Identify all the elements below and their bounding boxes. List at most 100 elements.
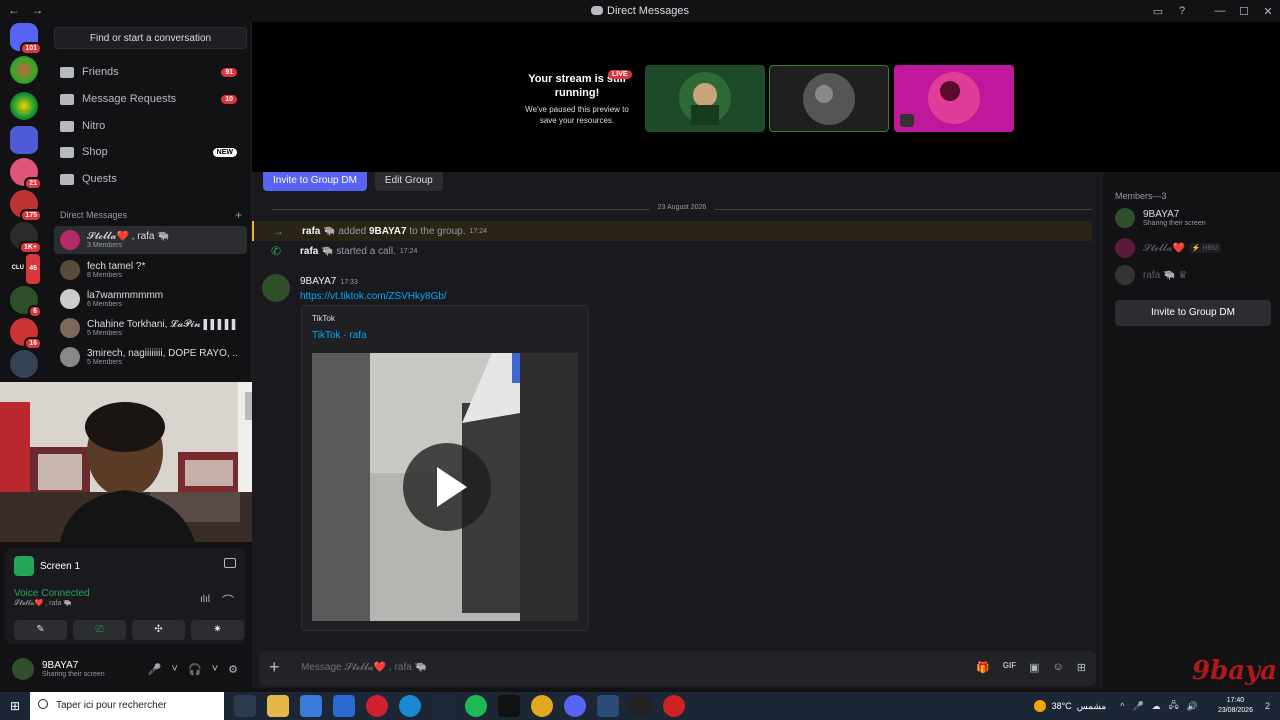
app-icon[interactable] xyxy=(498,695,520,717)
server-icon[interactable]: 6 xyxy=(10,286,42,318)
gift-icon[interactable]: 🎁 xyxy=(976,661,990,674)
store-icon[interactable] xyxy=(300,695,322,717)
dm-members: 5 Members xyxy=(87,359,123,366)
server-icon[interactable] xyxy=(10,56,38,84)
taskbar-search[interactable]: Taper ici pour rechercher xyxy=(30,692,224,720)
envelope-icon xyxy=(60,93,74,105)
close-button[interactable]: ✕ xyxy=(1256,5,1280,18)
minimize-button[interactable]: — xyxy=(1208,5,1232,17)
edit-group-button[interactable]: Edit Group xyxy=(374,172,443,191)
maximize-button[interactable]: ☐ xyxy=(1232,5,1256,18)
server-icon[interactable]: 16 xyxy=(10,318,42,350)
dm-item[interactable]: 3mirech, nagiiiiiiii, DOPE RAYO, ... 5 Me… xyxy=(54,343,247,371)
microphone-icon[interactable]: 🎤 xyxy=(1132,701,1143,712)
clock[interactable]: 17:40 23/08/2026 xyxy=(1218,696,1253,716)
server-icon[interactable] xyxy=(10,92,38,120)
add-attachment-icon[interactable]: + xyxy=(269,657,280,678)
opera-icon[interactable] xyxy=(366,695,388,717)
server-icon[interactable] xyxy=(10,350,38,378)
home-button[interactable]: 101 xyxy=(10,23,42,55)
task-view-icon[interactable] xyxy=(234,695,256,717)
embed-video[interactable] xyxy=(312,353,578,621)
avatar[interactable] xyxy=(12,658,34,680)
start-button[interactable]: ⊞ xyxy=(0,692,30,720)
member-name: rafa 🐃 ♛ xyxy=(1143,269,1188,281)
folder-icon[interactable] xyxy=(10,126,38,154)
participant-tile[interactable] xyxy=(645,65,765,132)
avatar xyxy=(1115,208,1135,228)
member-item[interactable]: rafa 🐃 ♛ xyxy=(1115,265,1187,285)
edge-icon[interactable] xyxy=(399,695,421,717)
avatar[interactable] xyxy=(262,274,290,302)
dm-item[interactable]: 𝓢𝓽𝓮𝓵𝓵𝓪❤️ , rafa 🐃 3 Members xyxy=(54,226,247,254)
app-icon[interactable] xyxy=(663,695,685,717)
dm-item[interactable]: fech tamel ?* 8 Members xyxy=(54,256,247,284)
voice-channel-name[interactable]: 𝓢𝓽𝓮𝓵𝓵𝓪❤️ , rafa 🐃 xyxy=(14,599,90,608)
file-explorer-icon[interactable] xyxy=(267,695,289,717)
apps-icon[interactable]: ⊞ xyxy=(1077,661,1086,674)
find-conversation-button[interactable]: Find or start a conversation xyxy=(54,27,247,49)
network-icon[interactable]: 🖧 xyxy=(1169,698,1179,714)
chrome-icon[interactable] xyxy=(531,695,553,717)
embed-title[interactable]: TikTok · rafa xyxy=(312,330,367,341)
nav-shop[interactable]: Shop NEW xyxy=(54,140,247,164)
username-link[interactable]: rafa 🐃 xyxy=(300,246,334,257)
steam-icon[interactable] xyxy=(597,695,619,717)
dm-title: 3mirech, nagiiiiiiii, DOPE RAYO, ... xyxy=(87,348,237,359)
server-icon[interactable]: CLUTCH46 xyxy=(10,252,42,286)
server-icon[interactable]: 175 xyxy=(10,190,42,222)
participant-tile[interactable] xyxy=(769,65,889,132)
new-badge: NEW xyxy=(212,147,237,157)
help-icon[interactable]: ? xyxy=(1170,5,1194,17)
soundboard-icon[interactable]: ılıl xyxy=(200,594,210,605)
microphone-icon[interactable]: 🎤 xyxy=(148,663,162,676)
inbox-icon[interactable]: ▭ xyxy=(1146,5,1170,18)
emoji-icon[interactable]: ☺ xyxy=(1053,661,1064,674)
message-input[interactable]: Message 𝓢𝓽𝓮𝓵𝓵𝓪❤️ , rafa 🐃 xyxy=(301,662,427,673)
sticker-icon[interactable]: ▣ xyxy=(1029,661,1039,674)
gif-icon[interactable]: GIF xyxy=(1003,661,1016,674)
member-item[interactable]: 9BAYA7 Sharing their screen xyxy=(1115,208,1206,228)
nav-message-requests[interactable]: Message Requests 10 xyxy=(54,87,247,111)
weather-widget[interactable]: 38°C مشمس xyxy=(1033,700,1106,712)
soundboard-button[interactable]: ✷ xyxy=(191,620,244,640)
server-icon[interactable]: 21 xyxy=(10,158,42,190)
volume-icon[interactable]: 🔊 xyxy=(1187,701,1198,712)
discord-icon[interactable] xyxy=(564,695,586,717)
headphones-icon[interactable]: 🎧 xyxy=(188,663,202,676)
dm-item[interactable]: la7wammmmmm 6 Members xyxy=(54,285,247,313)
nav-quests[interactable]: Quests xyxy=(54,167,247,191)
chevron-down-icon[interactable]: ˅ xyxy=(172,663,178,676)
stop-stream-icon[interactable] xyxy=(224,558,236,568)
username-link[interactable]: rafa 🐃 xyxy=(302,226,336,237)
notifications-icon[interactable]: 2 xyxy=(1265,701,1270,711)
server-icon[interactable]: 1K+ xyxy=(10,222,42,254)
steam-icon[interactable] xyxy=(432,695,454,717)
invite-to-group-button[interactable]: Invite to Group DM xyxy=(263,172,367,191)
activities-button[interactable]: ✣ xyxy=(132,620,185,640)
mail-icon[interactable] xyxy=(333,695,355,717)
member-item[interactable]: 𝓢𝓽𝓮𝓵𝓵𝓪❤️ ⚡ HBM xyxy=(1115,238,1222,258)
message-link[interactable]: https://vt.tiktok.com/ZSVHky8Gb/ xyxy=(300,291,447,302)
message-author[interactable]: 9BAYA7 xyxy=(300,276,336,287)
nav-nitro[interactable]: Nitro xyxy=(54,114,247,138)
username-link[interactable]: 9BAYA7 xyxy=(369,226,407,237)
server-rail: 101 21 175 1K+ CLUTCH46 6 16 xyxy=(0,22,48,382)
screen-share-button[interactable]: ⎚ xyxy=(73,620,126,640)
create-dm-icon[interactable]: + xyxy=(235,208,242,222)
obs-icon[interactable] xyxy=(630,695,652,717)
play-icon[interactable] xyxy=(403,443,491,531)
invite-to-group-button[interactable]: Invite to Group DM xyxy=(1115,300,1271,326)
cloud-icon[interactable]: ☁ xyxy=(1152,701,1161,712)
gear-icon[interactable]: ⚙ xyxy=(228,663,238,676)
spotify-icon[interactable] xyxy=(465,695,487,717)
participant-tile[interactable] xyxy=(894,65,1014,132)
chevron-down-icon[interactable]: ˅ xyxy=(212,663,218,676)
dm-title: Chahine Torkhani, 𝓛𝓪𝓟𝓲𝓷 ▌▌▌▌▌l... xyxy=(87,319,237,330)
nav-friends[interactable]: Friends 91 xyxy=(54,60,247,84)
dm-item[interactable]: Chahine Torkhani, 𝓛𝓪𝓟𝓲𝓷 ▌▌▌▌▌l... 5 Membe… xyxy=(54,314,247,342)
participant-avatar xyxy=(900,72,980,127)
disconnect-icon[interactable]: ⌒ xyxy=(222,592,234,609)
camera-off-button[interactable]: ✎ xyxy=(14,620,67,640)
chevron-up-icon[interactable]: ^ xyxy=(1120,701,1124,711)
